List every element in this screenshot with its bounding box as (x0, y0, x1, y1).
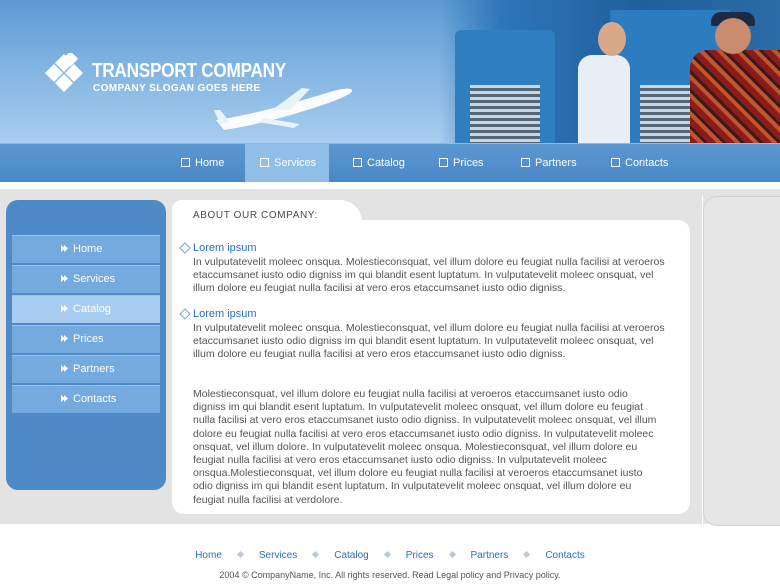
logo-diamond-icon (45, 53, 83, 92)
person-head (598, 22, 626, 56)
right-panel (703, 196, 780, 526)
sidebar-item-services[interactable]: Services (12, 265, 160, 293)
separator-diamond-icon (448, 550, 456, 559)
person-head (715, 18, 751, 54)
top-nav-contacts[interactable]: Contacts (611, 144, 668, 182)
arrow-icon (61, 274, 68, 282)
person-image (578, 55, 630, 143)
sidebar-item-prices[interactable]: Prices (12, 325, 160, 353)
sidebar-item-contacts[interactable]: Contacts (12, 385, 160, 413)
section-title[interactable]: Lorem ipsum (193, 308, 257, 320)
footer-link-prices[interactable]: Prices (406, 550, 434, 561)
header-banner: TRANSPORT COMPANY COMPANY SLOGAN GOES HE… (0, 0, 780, 143)
arrow-icon (61, 364, 68, 372)
box-icon (439, 157, 448, 167)
footer-link-services[interactable]: Services (259, 550, 297, 561)
airplane-icon (214, 88, 353, 130)
sidebar-item-catalog[interactable]: Catalog (12, 295, 160, 323)
sidebar-item-home[interactable]: Home (12, 235, 160, 263)
top-nav-partners[interactable]: Partners (521, 144, 577, 182)
footer-link-catalog[interactable]: Catalog (334, 550, 368, 561)
box-icon (260, 157, 269, 167)
separator-diamond-icon (383, 550, 391, 559)
arrow-icon (61, 334, 68, 342)
top-nav-catalog[interactable]: Catalog (353, 144, 405, 182)
separator-diamond-icon (523, 550, 531, 559)
box-icon (611, 157, 620, 167)
section-text: In vulputatevelit moleec onsqua. Molesti… (193, 322, 665, 361)
separator-diamond-icon (236, 550, 244, 559)
sidebar: Home Services Catalog Prices Partners Co… (6, 200, 166, 490)
top-nav-prices[interactable]: Prices (439, 144, 484, 182)
arrow-icon (61, 304, 68, 312)
copyright: 2004 © CompanyName, Inc. All rights rese… (219, 570, 561, 580)
divider (0, 182, 780, 189)
top-nav-services[interactable]: Services (245, 144, 329, 182)
truck-grille (470, 85, 540, 143)
box-icon (521, 157, 530, 167)
footer-link-contacts[interactable]: Contacts (545, 550, 584, 561)
body-paragraph: Molestieconsquat, vel illum dolore eu fe… (193, 388, 657, 506)
footer-nav: Home Services Catalog Prices Partners Contact… (0, 550, 780, 566)
top-nav-home[interactable]: Home (172, 144, 244, 182)
arrow-icon (61, 244, 68, 252)
sidebar-item-partners[interactable]: Partners (12, 355, 160, 383)
footer-link-partners[interactable]: Partners (471, 550, 509, 561)
footer-link-home[interactable]: Home (195, 550, 222, 561)
section-text: In vulputatevelit moleec onsqua. Molesti… (193, 256, 665, 295)
right-column (702, 196, 780, 526)
page-title: ABOUT OUR COMPANY: (193, 210, 318, 221)
top-navigation: Home Services Catalog Prices Partners Co… (0, 143, 780, 182)
separator-diamond-icon (312, 550, 320, 559)
box-icon (181, 157, 190, 167)
box-icon (353, 157, 362, 167)
arrow-icon (61, 394, 68, 402)
section-title[interactable]: Lorem ipsum (193, 242, 257, 254)
person-image (690, 50, 780, 143)
